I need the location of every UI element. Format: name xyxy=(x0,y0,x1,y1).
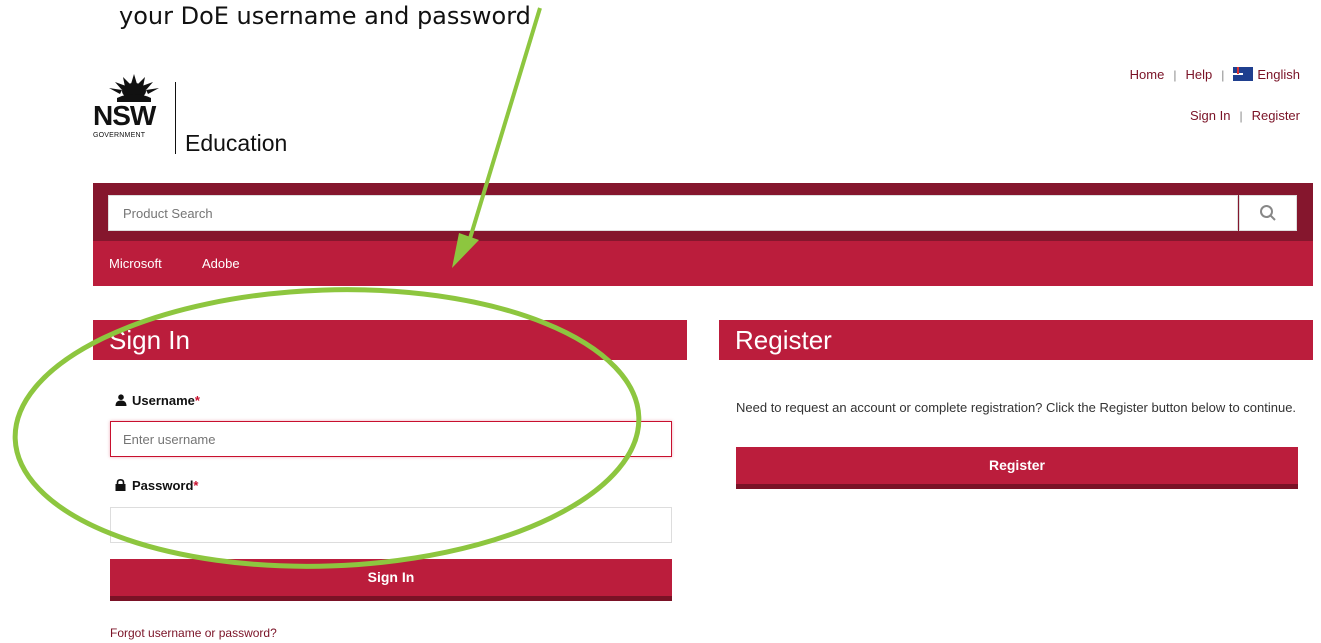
magnifier-icon xyxy=(1260,205,1276,221)
username-label-text: Username xyxy=(132,393,195,408)
register-button[interactable]: Register xyxy=(736,447,1298,489)
logo-government-text: GOVERNMENT xyxy=(93,132,146,139)
language-label: English xyxy=(1257,67,1300,82)
nav-item-microsoft[interactable]: Microsoft xyxy=(109,256,162,271)
nsw-education-logo[interactable]: NSW GOVERNMENT Education xyxy=(93,72,333,160)
australia-flag-icon xyxy=(1233,67,1254,81)
home-link[interactable]: Home xyxy=(1130,67,1165,82)
help-link[interactable]: Help xyxy=(1185,67,1212,82)
product-search-input[interactable] xyxy=(108,195,1238,231)
logo-education-text: Education xyxy=(185,130,288,156)
username-input[interactable] xyxy=(110,421,672,457)
sign-in-button[interactable]: Sign In xyxy=(110,559,672,601)
password-label-text: Password xyxy=(132,478,194,493)
separator: | xyxy=(1221,68,1225,82)
search-button[interactable] xyxy=(1239,195,1297,231)
register-panel: Register Need to request an account or c… xyxy=(719,320,1313,500)
nav-item-adobe[interactable]: Adobe xyxy=(202,256,240,271)
nav-bar-band xyxy=(93,241,1313,286)
language-selector[interactable]: English xyxy=(1233,67,1300,82)
sign-in-heading: Sign In xyxy=(93,320,687,360)
separator: | xyxy=(1239,109,1243,123)
waratah-icon xyxy=(109,74,159,102)
account-links: Sign In | Register xyxy=(1190,108,1300,123)
password-label: Password* xyxy=(115,478,198,493)
lock-icon xyxy=(115,478,126,491)
forgot-credentials-link[interactable]: Forgot username or password? xyxy=(110,626,277,640)
user-icon xyxy=(115,394,127,406)
password-input[interactable] xyxy=(110,507,672,543)
username-label: Username* xyxy=(115,393,200,408)
sign-in-link[interactable]: Sign In xyxy=(1190,108,1230,123)
register-description: Need to request an account or complete r… xyxy=(736,400,1297,415)
register-heading: Register xyxy=(719,320,1313,360)
required-mark: * xyxy=(193,478,199,493)
required-mark: * xyxy=(194,393,200,408)
logo-nsw-text: NSW xyxy=(93,100,156,131)
logo-divider xyxy=(175,82,176,154)
sign-in-panel: Sign In Username* Password* Sign In Forg… xyxy=(93,320,687,640)
top-utility-links: Home | Help | English xyxy=(1130,67,1300,82)
register-link[interactable]: Register xyxy=(1252,108,1300,123)
separator: | xyxy=(1173,68,1177,82)
header-bar: Microsoft Adobe xyxy=(93,183,1313,286)
annotation-text: your DoE username and password xyxy=(119,2,531,30)
